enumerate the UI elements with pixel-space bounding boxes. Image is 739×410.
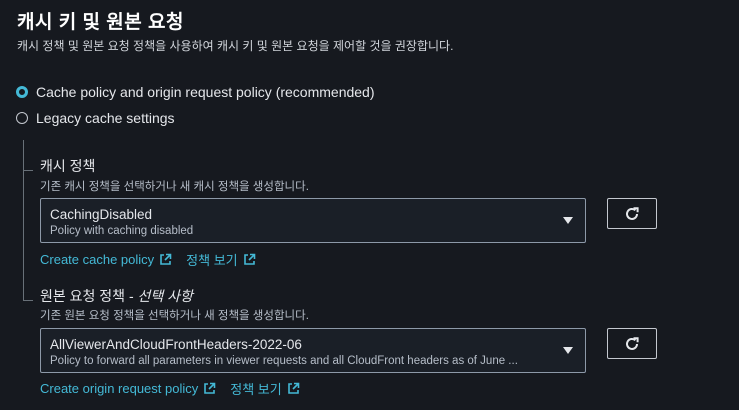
refresh-icon [626,336,639,350]
section-subtitle: 캐시 정책 및 원본 요청 정책을 사용하여 캐시 키 및 원본 요청을 제어할… [17,39,454,53]
radio-option-recommended[interactable]: Cache policy and origin request policy (… [16,84,375,100]
origin-request-policy-label-text: 원본 요청 정책 - [40,288,138,304]
external-link-icon [159,253,172,266]
refresh-icon [626,206,639,220]
create-cache-policy-label[interactable]: Create cache policy [40,252,154,267]
radio-label-recommended[interactable]: Cache policy and origin request policy (… [36,84,375,100]
view-cache-policy-label[interactable]: 정책 보기 [186,250,237,269]
tree-connector [23,140,24,301]
cache-policy-selected-value: CachingDisabled [50,207,153,222]
radio-button-legacy[interactable] [16,112,28,124]
radio-option-legacy[interactable]: Legacy cache settings [16,110,175,126]
view-origin-request-policy-label[interactable]: 정책 보기 [230,379,281,398]
cache-policy-label: 캐시 정책 [40,158,96,174]
origin-request-policy-links: Create origin request policy 정책 보기 [40,379,314,398]
origin-request-policy-refresh-button[interactable] [607,328,657,359]
external-link-icon [203,382,216,395]
caret-down-icon [563,347,573,354]
radio-button-recommended[interactable] [16,86,28,98]
origin-request-policy-description: 기존 원본 요청 정책을 선택하거나 새 정책을 생성합니다. [40,310,309,322]
tree-branch-cache [23,170,33,171]
cache-policy-select[interactable]: CachingDisabled Policy with caching disa… [40,198,586,243]
create-cache-policy-link[interactable]: Create cache policy [40,252,172,267]
origin-request-policy-label: 원본 요청 정책 - 선택 사항 [40,286,193,306]
origin-request-policy-selected-description: Policy to forward all parameters in view… [50,355,518,367]
view-cache-policy-link[interactable]: 정책 보기 [186,250,255,269]
optional-tag: 선택 사항 [137,288,193,304]
cache-policy-links: Create cache policy 정책 보기 [40,250,270,269]
create-origin-request-policy-link[interactable]: Create origin request policy [40,381,216,396]
radio-label-legacy[interactable]: Legacy cache settings [36,110,175,126]
cache-policy-description: 기존 캐시 정책을 선택하거나 새 캐시 정책을 생성합니다. [40,181,309,193]
create-origin-request-policy-label[interactable]: Create origin request policy [40,381,198,396]
caret-down-icon [563,217,573,224]
view-origin-request-policy-link[interactable]: 정책 보기 [230,379,300,398]
cache-policy-selected-description: Policy with caching disabled [50,225,194,237]
external-link-icon [287,382,300,395]
tree-branch-origin [23,300,33,301]
origin-request-policy-select[interactable]: AllViewerAndCloudFrontHeaders-2022-06 Po… [40,328,586,373]
external-link-icon [243,253,256,266]
section-title: 캐시 키 및 원본 요청 [17,12,184,33]
cache-policy-refresh-button[interactable] [607,198,657,229]
origin-request-policy-selected-value: AllViewerAndCloudFrontHeaders-2022-06 [50,337,302,352]
